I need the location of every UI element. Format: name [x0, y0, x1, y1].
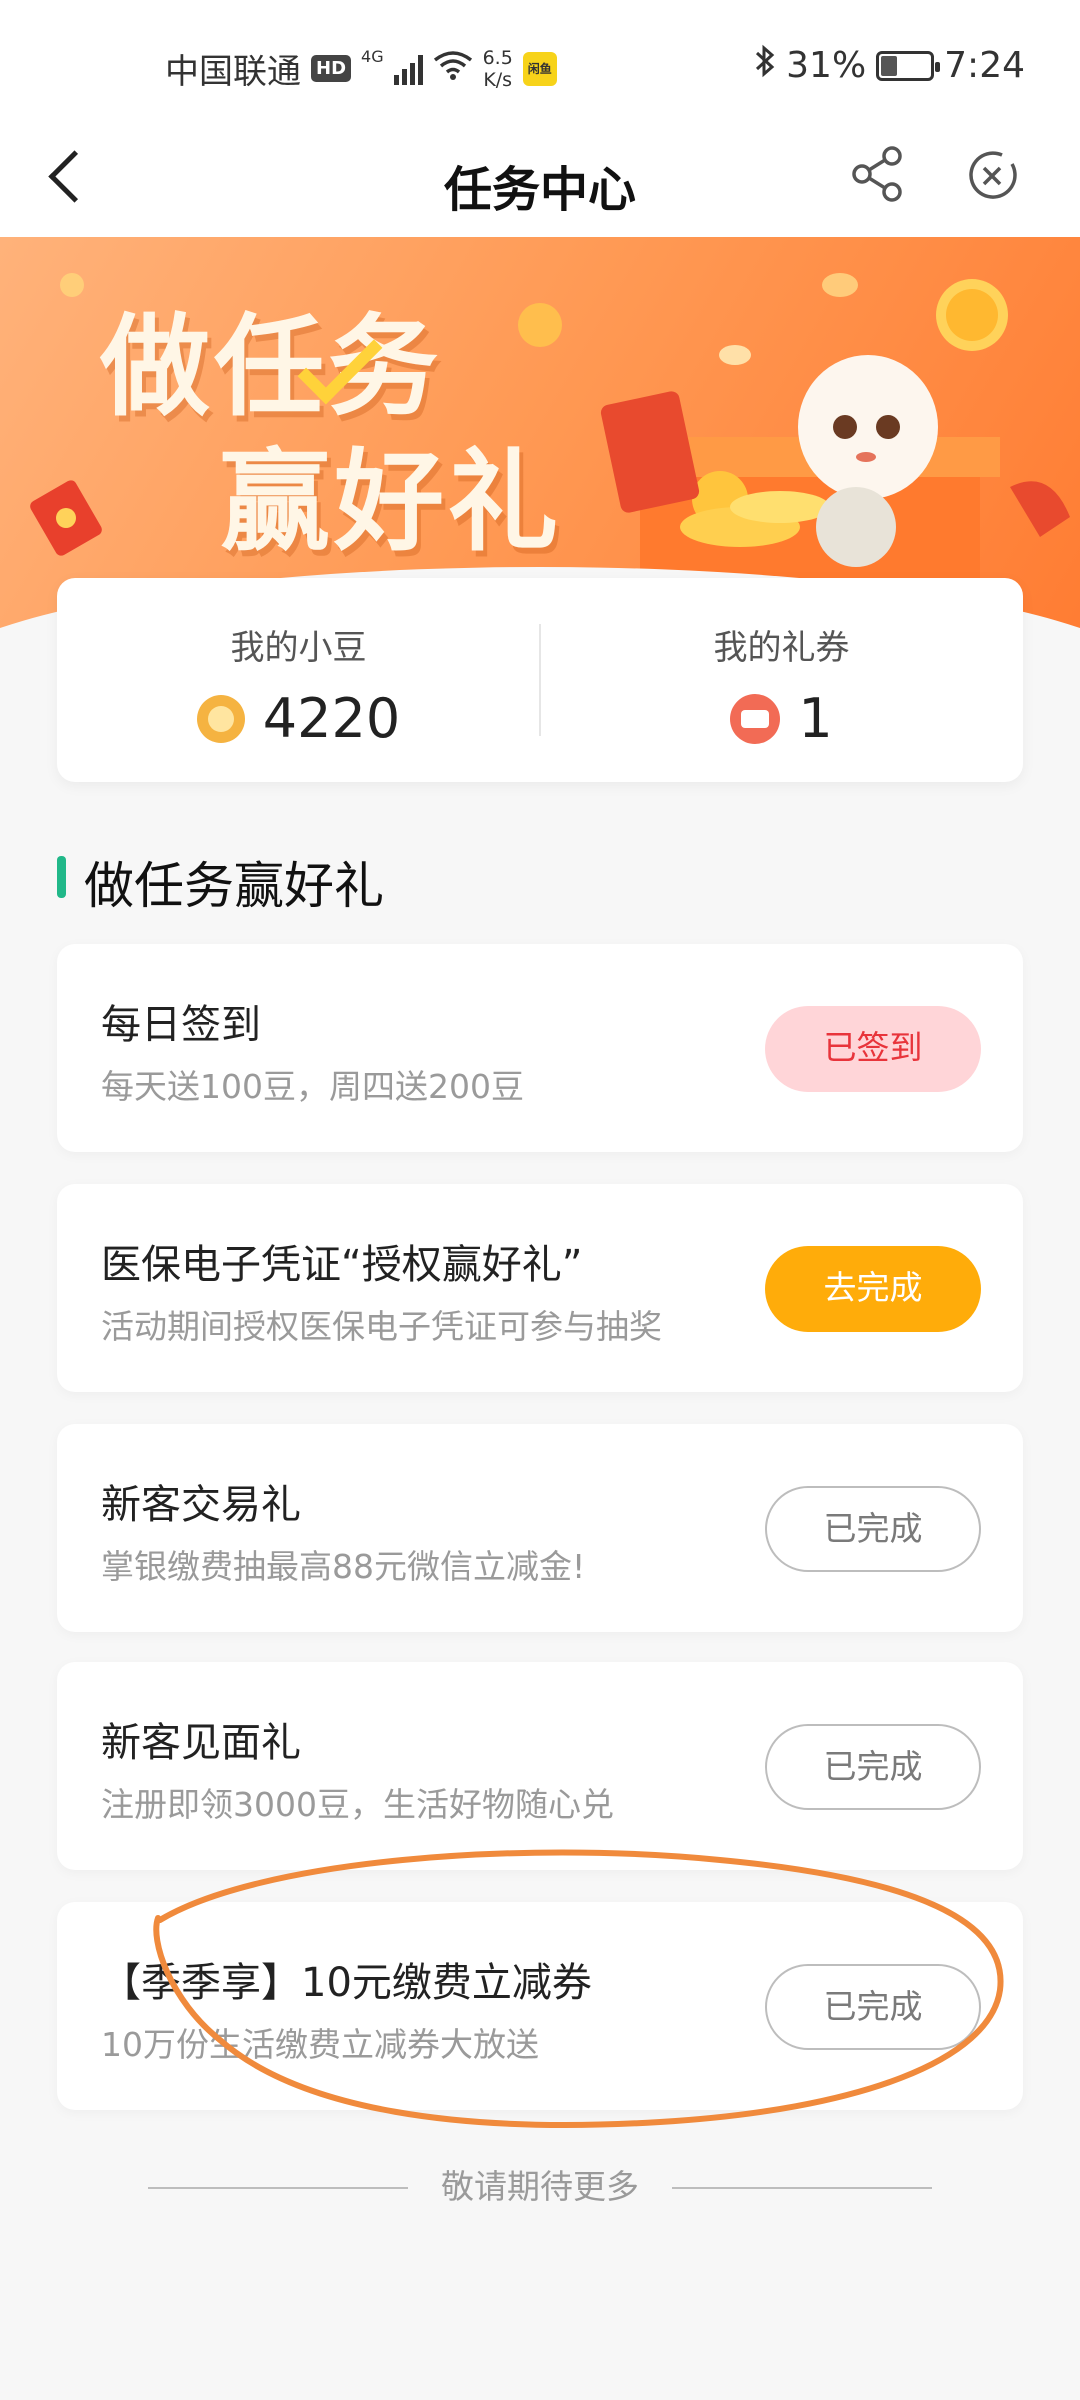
task-title: 每日签到	[101, 1002, 261, 1048]
beans-value: 4220	[262, 687, 401, 750]
battery-level	[881, 55, 897, 76]
task-title: 【季季享】10元缴费立减券	[101, 1960, 592, 2006]
xianyu-app-icon: 闲鱼	[522, 51, 557, 86]
completed-button[interactable]: 已完成	[765, 1486, 981, 1572]
carrier-name: 中国联通	[165, 52, 301, 92]
task-card: 新客交易礼 掌银缴费抽最高88元微信立减金! 已完成	[57, 1424, 1023, 1632]
task-title: 医保电子凭证“授权赢好礼”	[101, 1242, 583, 1288]
beans-label: 我的小豆	[230, 628, 367, 668]
task-card: 每日签到 每天送100豆，周四送200豆 已签到	[57, 944, 1023, 1152]
task-card: 新客见面礼 注册即领3000豆，生活好物随心兑 已完成	[57, 1662, 1023, 1870]
task-center-page: 中国联通 HD 4G 6.5 K/s 闲鱼 31% 7:24 任务中心 做任务 …	[0, 0, 1080, 2400]
battery-icon	[876, 50, 941, 81]
speed-unit: K/s	[483, 68, 513, 91]
task-desc: 10万份生活缴费立减券大放送	[101, 2025, 539, 2064]
coupons-value-row: 1	[540, 687, 1023, 750]
bean-icon	[196, 694, 245, 743]
speed-value: 6.5	[482, 46, 513, 69]
share-icon[interactable]	[846, 142, 910, 206]
page-title: 任务中心	[443, 162, 636, 218]
bluetooth-icon	[754, 44, 776, 87]
my-beans[interactable]: 我的小豆 4220	[57, 578, 540, 782]
coupons-label: 我的礼券	[713, 628, 850, 668]
wifi-icon	[433, 50, 473, 88]
coupons-value: 1	[798, 687, 833, 750]
task-desc: 活动期间授权医保电子凭证可参与抽奖	[101, 1307, 662, 1346]
task-title: 新客交易礼	[101, 1482, 301, 1528]
beans-value-row: 4220	[57, 687, 540, 750]
completed-button[interactable]: 已完成	[765, 1724, 981, 1810]
signal-icon	[393, 53, 423, 85]
my-coupons[interactable]: 我的礼券 1	[540, 578, 1023, 782]
network-speed: 6.5 K/s	[483, 47, 513, 91]
status-left: 中国联通 HD 4G 6.5 K/s 闲鱼	[165, 44, 557, 93]
task-card: 医保电子凭证“授权赢好礼” 活动期间授权医保电子凭证可参与抽奖 去完成	[57, 1184, 1023, 1392]
section-title: 做任务赢好礼	[84, 857, 384, 915]
nav-header: 任务中心	[0, 120, 1080, 238]
signed-in-button[interactable]: 已签到	[765, 1006, 981, 1092]
clock: 7:24	[944, 45, 1025, 86]
status-bar: 中国联通 HD 4G 6.5 K/s 闲鱼 31% 7:24	[0, 0, 1080, 140]
go-complete-button[interactable]: 去完成	[765, 1246, 981, 1332]
task-title: 新客见面礼	[101, 1720, 301, 1766]
section-accent-bar	[57, 856, 66, 898]
task-desc: 掌银缴费抽最高88元微信立减金!	[101, 1547, 586, 1586]
hd-badge: HD	[311, 55, 352, 82]
network-type: 4G	[361, 47, 384, 66]
close-circle-icon[interactable]	[962, 146, 1022, 206]
battery-percent: 31%	[786, 45, 867, 86]
completed-button[interactable]: 已完成	[765, 1964, 981, 2050]
stats-card: 我的小豆 4220 我的礼券 1	[57, 578, 1023, 782]
footer-text: 敬请期待更多	[441, 2167, 639, 2206]
banner-title-line2: 赢好礼	[220, 438, 562, 566]
footer-line-right	[672, 2187, 932, 2189]
task-desc: 每天送100豆，周四送200豆	[101, 1067, 524, 1106]
task-card: 【季季享】10元缴费立减券 10万份生活缴费立减券大放送 已完成	[57, 1902, 1023, 2110]
task-desc: 注册即领3000豆，生活好物随心兑	[101, 1785, 614, 1824]
status-right: 31% 7:24	[754, 44, 1025, 87]
coupon-icon	[730, 693, 781, 744]
